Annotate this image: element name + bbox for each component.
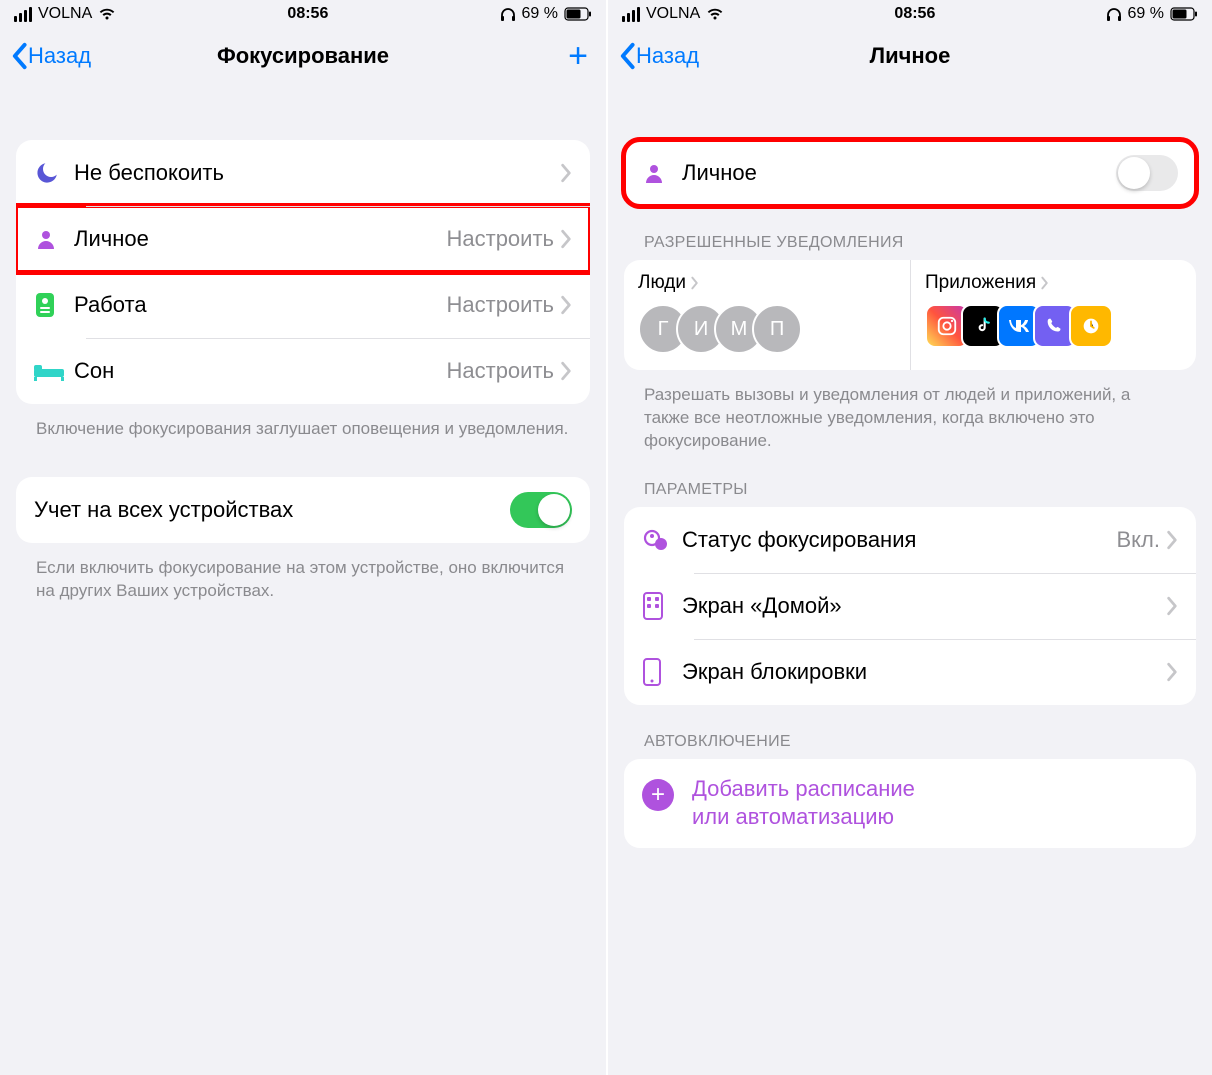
row-label: Статус фокусирования <box>682 527 1117 553</box>
headphones-icon <box>1106 7 1122 21</box>
person-icon <box>34 227 74 251</box>
row-detail: Настроить <box>447 226 555 252</box>
auto-group: + Добавить расписание или автоматизацию <box>624 759 1196 848</box>
row-label: Экран блокировки <box>682 659 1166 685</box>
wifi-icon <box>706 7 724 21</box>
row-share-devices[interactable]: Учет на всех устройствах <box>16 477 590 543</box>
row-detail: Настроить <box>447 358 555 384</box>
back-label: Назад <box>636 43 699 69</box>
carrier-label: VOLNA <box>38 5 92 23</box>
bed-icon <box>34 361 74 381</box>
avatar: П <box>752 304 802 354</box>
chevron-right-icon <box>560 229 572 249</box>
battery-percent: 69 % <box>522 5 558 23</box>
battery-percent: 69 % <box>1128 5 1164 23</box>
clock-icon <box>1069 304 1113 348</box>
status-bar: VOLNA 08:56 69 % <box>0 0 606 28</box>
allowed-footer-text: Разрешать вызовы и уведомления от людей … <box>624 370 1196 453</box>
carrier-label: VOLNA <box>646 5 700 23</box>
row-label: Работа <box>74 292 447 318</box>
back-label: Назад <box>28 43 91 69</box>
add-line1: Добавить расписание <box>692 775 915 804</box>
back-button[interactable]: Назад <box>10 42 91 70</box>
chevron-right-icon <box>560 295 572 315</box>
row-lock-screen[interactable]: Экран блокировки <box>624 639 1196 705</box>
chevron-right-icon <box>1166 596 1178 616</box>
share-footer-text: Если включить фокусирование на этом устр… <box>16 543 590 603</box>
row-work[interactable]: Работа Настроить <box>16 272 590 338</box>
people-button[interactable]: Люди Г И М П <box>624 260 910 370</box>
moon-icon <box>34 160 74 186</box>
badge-icon <box>34 291 74 319</box>
row-label: Личное <box>74 226 447 252</box>
nav-bar: Назад Личное <box>608 28 1212 84</box>
clock: 08:56 <box>287 5 328 23</box>
share-group: Учет на всех устройствах <box>16 477 590 543</box>
personal-toggle-group: Личное <box>624 140 1196 206</box>
allowed-split: Люди Г И М П Приложения <box>624 260 1196 370</box>
row-label: Не беспокоить <box>74 160 560 186</box>
home-screen-icon <box>642 591 682 621</box>
allowed-notifications-header: РАЗРЕШЕННЫЕ УВЕДОМЛЕНИЯ <box>624 206 1196 260</box>
row-personal[interactable]: Личное Настроить <box>16 206 590 272</box>
personal-toggle[interactable] <box>1116 155 1178 191</box>
add-line2: или автоматизацию <box>692 803 915 832</box>
row-detail: Настроить <box>447 292 555 318</box>
row-label: Учет на всех устройствах <box>34 497 510 523</box>
back-button[interactable]: Назад <box>618 42 699 70</box>
screen-focus-list: VOLNA 08:56 69 % Назад Фокусирование + <box>0 0 606 1075</box>
apps-button[interactable]: Приложения <box>910 260 1196 370</box>
nav-bar: Назад Фокусирование + <box>0 28 606 84</box>
signal-icon <box>14 7 32 22</box>
clock: 08:56 <box>894 5 935 23</box>
focus-footer-text: Включение фокусирования заглушает оповещ… <box>16 404 590 441</box>
signal-icon <box>622 7 640 22</box>
add-schedule-button[interactable]: + Добавить расписание или автоматизацию <box>624 759 1196 848</box>
lock-screen-icon <box>642 657 682 687</box>
app-icons <box>925 304 1182 348</box>
row-label: Личное <box>682 160 1116 186</box>
row-personal-toggle[interactable]: Личное <box>624 140 1196 206</box>
people-title: Люди <box>638 272 686 294</box>
chevron-right-icon <box>1166 530 1178 550</box>
status-icon <box>642 526 682 554</box>
chevron-right-icon <box>690 275 700 291</box>
row-home-screen[interactable]: Экран «Домой» <box>624 573 1196 639</box>
row-label: Сон <box>74 358 447 384</box>
plus-icon: + <box>642 779 674 811</box>
chevron-right-icon <box>1166 662 1178 682</box>
status-bar: VOLNA 08:56 69 % <box>608 0 1212 28</box>
row-focus-status[interactable]: Статус фокусирования Вкл. <box>624 507 1196 573</box>
battery-icon <box>564 7 592 21</box>
person-icon <box>642 161 682 185</box>
row-label: Экран «Домой» <box>682 593 1166 619</box>
headphones-icon <box>500 7 516 21</box>
screen-personal-focus: VOLNA 08:56 69 % Назад Личное <box>606 0 1212 1075</box>
row-sleep[interactable]: Сон Настроить <box>16 338 590 404</box>
params-group: Статус фокусирования Вкл. Экран «Домой» … <box>624 507 1196 705</box>
row-do-not-disturb[interactable]: Не беспокоить <box>16 140 590 206</box>
row-detail: Вкл. <box>1117 527 1161 553</box>
auto-header: АВТОВКЛЮЧЕНИЕ <box>624 705 1196 759</box>
focus-modes-group: Не беспокоить Личное Настроить Работа На… <box>16 140 590 404</box>
chevron-right-icon <box>560 361 572 381</box>
add-button[interactable]: + <box>560 37 596 76</box>
chevron-right-icon <box>1040 275 1050 291</box>
people-avatars: Г И М П <box>638 304 896 354</box>
params-header: ПАРАМЕТРЫ <box>624 453 1196 507</box>
apps-title: Приложения <box>925 272 1036 294</box>
chevron-right-icon <box>560 163 572 183</box>
wifi-icon <box>98 7 116 21</box>
battery-icon <box>1170 7 1198 21</box>
share-toggle[interactable] <box>510 492 572 528</box>
